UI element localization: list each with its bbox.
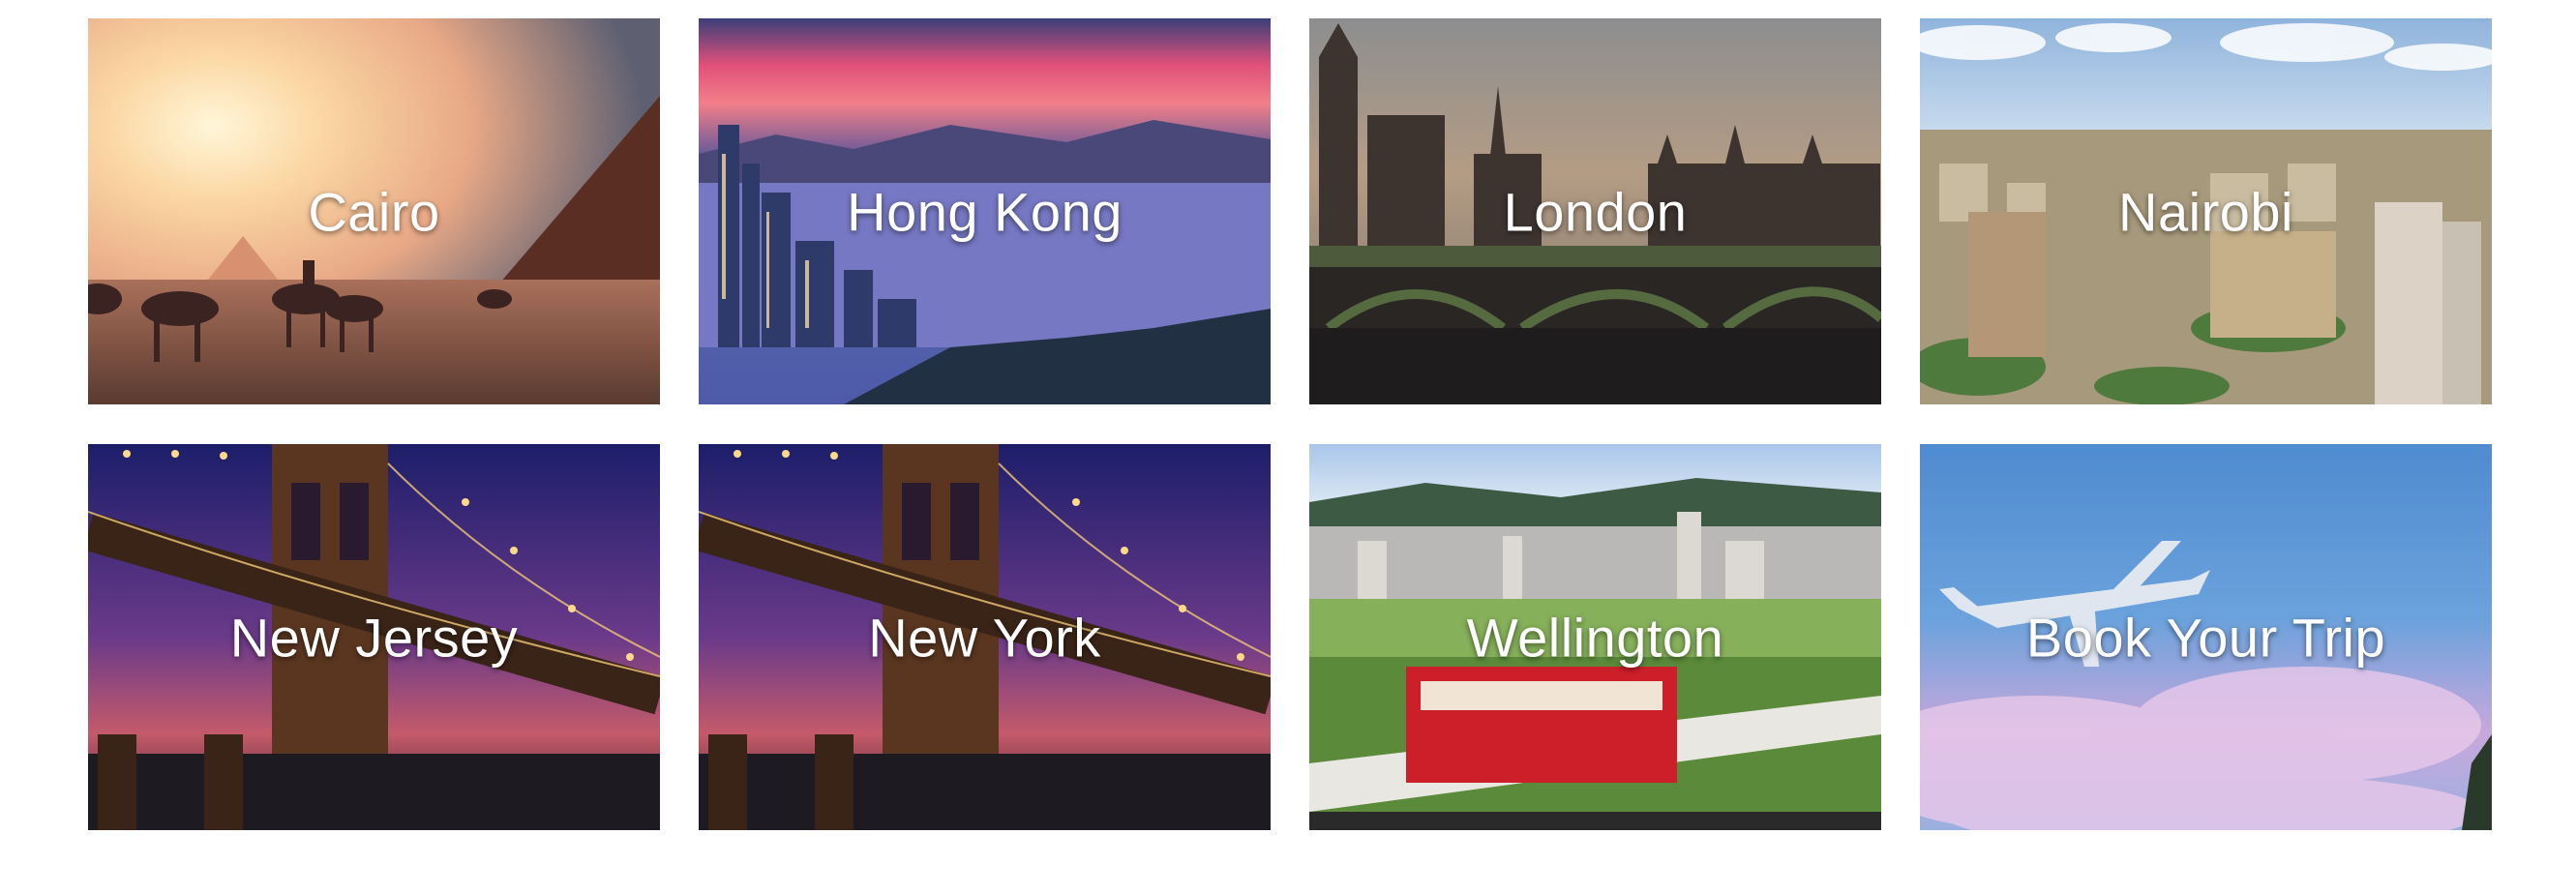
nairobi-image — [1920, 18, 2492, 404]
destination-tile-wellington[interactable]: Wellington — [1309, 444, 1881, 830]
destination-grid: Cairo Hong Kong London Nairobi New Jerse… — [88, 18, 2493, 830]
london-image — [1309, 18, 1881, 404]
destination-tile-london[interactable]: London — [1309, 18, 1881, 404]
book-your-trip-tile[interactable]: Book Your Trip — [1920, 444, 2492, 830]
new-york-image — [699, 444, 1271, 830]
new-jersey-image — [88, 444, 660, 830]
wellington-image — [1309, 444, 1881, 830]
airplane-sky-image — [1920, 444, 2492, 830]
destination-tile-new-york[interactable]: New York — [699, 444, 1271, 830]
destination-tile-nairobi[interactable]: Nairobi — [1920, 18, 2492, 404]
destination-tile-hong-kong[interactable]: Hong Kong — [699, 18, 1271, 404]
destination-tile-cairo[interactable]: Cairo — [88, 18, 660, 404]
hong-kong-image — [699, 18, 1271, 404]
cairo-image — [88, 18, 660, 404]
destination-tile-new-jersey[interactable]: New Jersey — [88, 444, 660, 830]
